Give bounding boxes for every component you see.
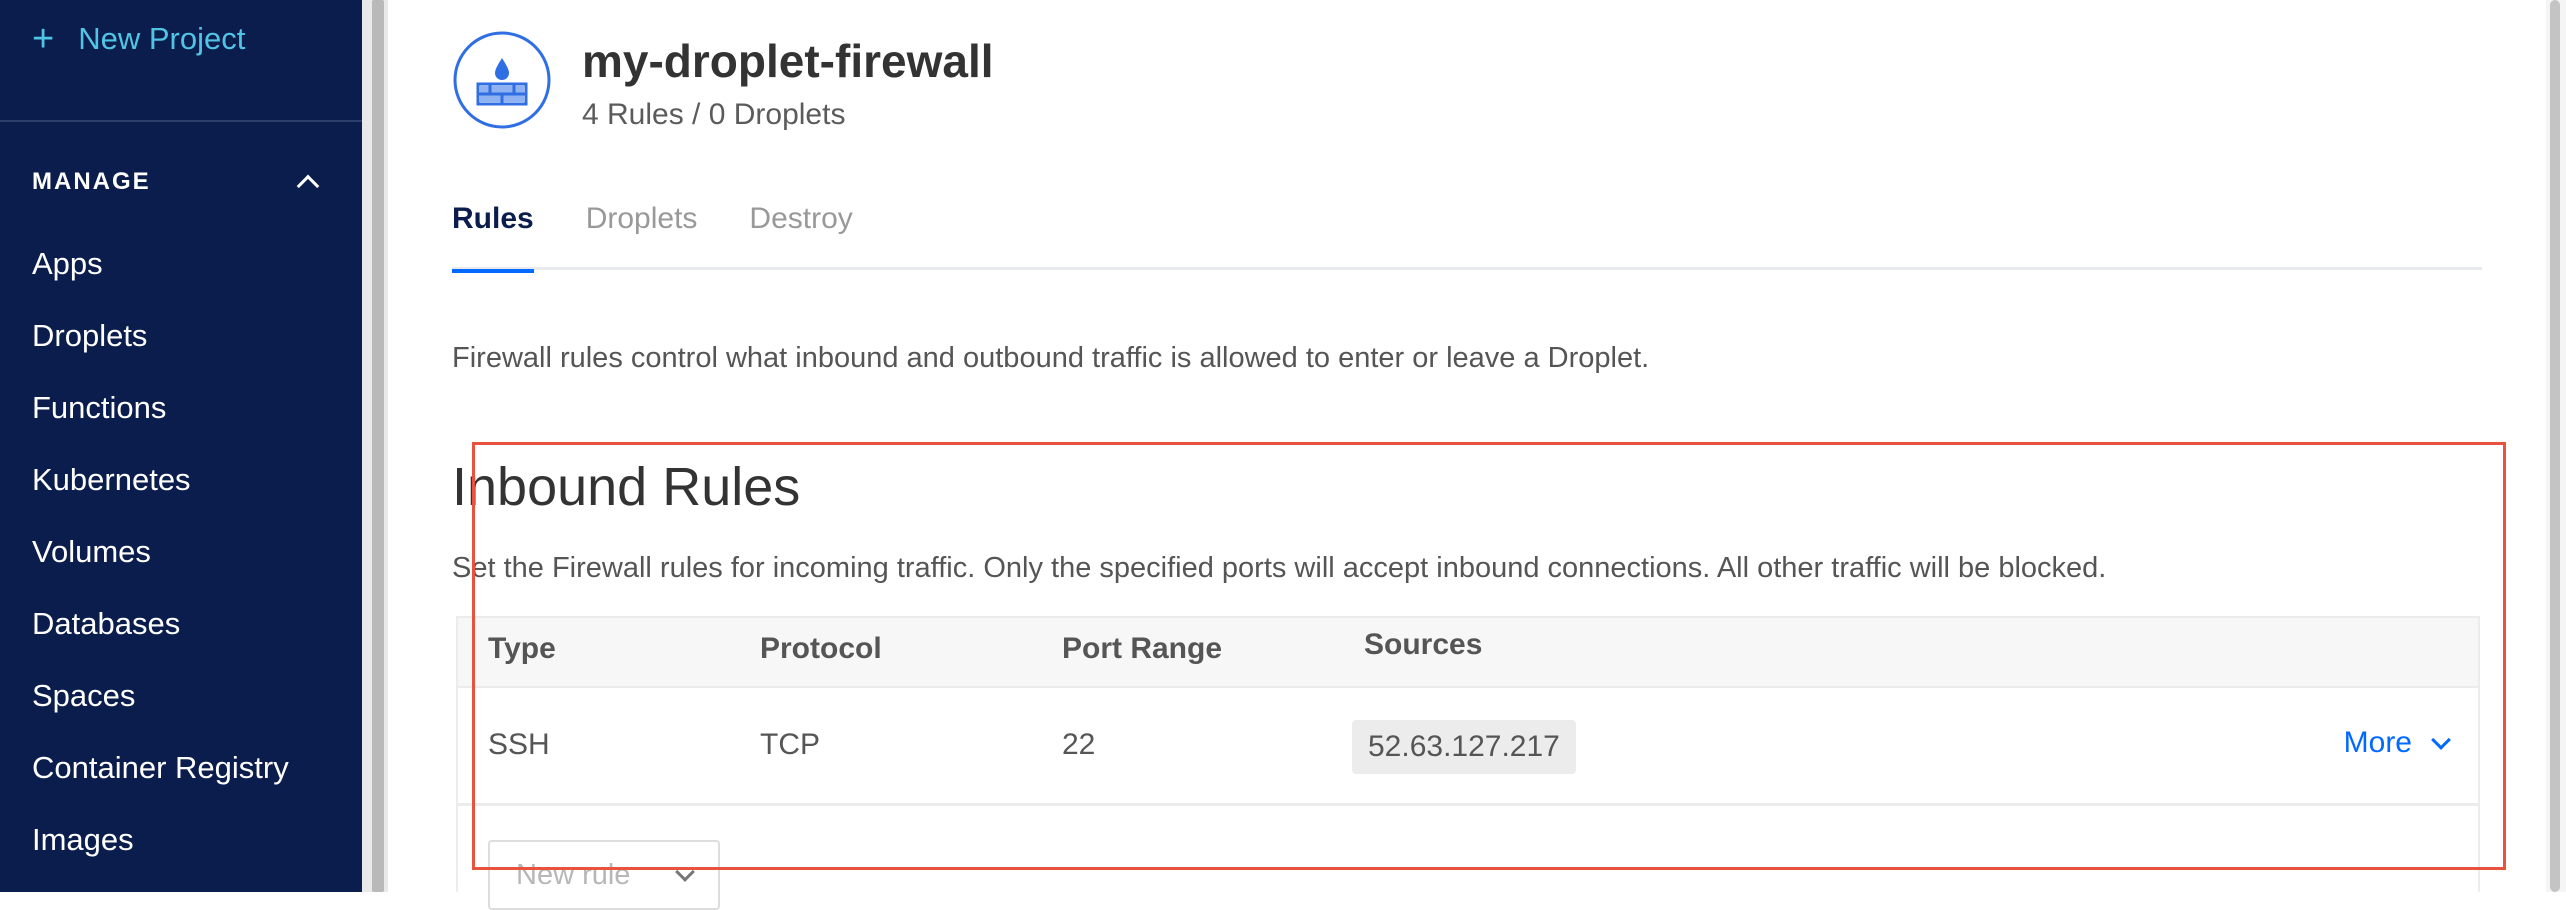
- sidebar-divider: [0, 120, 362, 122]
- sidebar: + New Project MANAGE Apps Droplets Funct…: [0, 0, 362, 892]
- tab-destroy[interactable]: Destroy: [749, 198, 852, 270]
- firewall-icon: [453, 31, 551, 129]
- sidebar-item-kubernetes[interactable]: Kubernetes: [32, 454, 289, 526]
- table-header: Type Protocol Port Range Sources: [458, 618, 2478, 688]
- sidebar-item-functions[interactable]: Functions: [32, 382, 289, 454]
- manage-section-toggle[interactable]: MANAGE: [32, 168, 322, 198]
- inbound-rules-title: Inbound Rules: [452, 457, 801, 517]
- table-row: SSH TCP 22 52.63.127.217 More: [458, 688, 2478, 806]
- rule-port-range: 22: [1062, 728, 1096, 761]
- chevron-down-icon: [2431, 730, 2451, 750]
- manage-label: MANAGE: [32, 168, 151, 195]
- sidebar-item-spaces[interactable]: Spaces: [32, 670, 289, 742]
- sidebar-item-droplets[interactable]: Droplets: [32, 310, 289, 382]
- rule-source-chip: 52.63.127.217: [1352, 720, 1576, 774]
- rule-more-button[interactable]: More: [2343, 726, 2451, 760]
- new-rule-dropdown[interactable]: New rule: [488, 840, 720, 910]
- chevron-up-icon: [296, 174, 320, 198]
- sidebar-item-container-registry[interactable]: Container Registry: [32, 742, 289, 814]
- inbound-rules-table: Type Protocol Port Range Sources SSH TCP…: [456, 616, 2480, 910]
- sidebar-item-images[interactable]: Images: [32, 814, 289, 886]
- main-content: my-droplet-firewall 4 Rules / 0 Droplets…: [388, 0, 2538, 910]
- page-scrollbar[interactable]: [2546, 0, 2566, 892]
- page-scrollbar-thumb[interactable]: [2550, 0, 2560, 892]
- new-rule-placeholder: New rule: [516, 858, 631, 891]
- column-header-port-range: Port Range: [1062, 632, 1223, 665]
- rule-protocol: TCP: [760, 728, 820, 761]
- column-header-sources: Sources: [1364, 628, 1483, 661]
- rule-type: SSH: [488, 728, 550, 761]
- column-header-protocol: Protocol: [760, 632, 882, 665]
- new-project-button[interactable]: + New Project: [32, 20, 245, 58]
- sidebar-item-volumes[interactable]: Volumes: [32, 526, 289, 598]
- inbound-rules-description: Set the Firewall rules for incoming traf…: [452, 552, 2107, 584]
- sidebar-scrollbar[interactable]: [362, 0, 388, 892]
- page-subtitle: 4 Rules / 0 Droplets: [582, 98, 846, 131]
- sidebar-scrollbar-thumb[interactable]: [372, 0, 384, 892]
- tab-droplets[interactable]: Droplets: [586, 198, 698, 270]
- page-title: my-droplet-firewall: [582, 35, 994, 87]
- tab-rules[interactable]: Rules: [452, 198, 534, 273]
- firewall-description: Firewall rules control what inbound and …: [452, 342, 1650, 374]
- chevron-down-icon: [675, 862, 695, 882]
- sidebar-item-apps[interactable]: Apps: [32, 238, 289, 310]
- tab-bar: Rules Droplets Destroy: [452, 198, 2482, 273]
- plus-icon: +: [32, 18, 55, 60]
- column-header-type: Type: [488, 632, 556, 665]
- sidebar-nav: Apps Droplets Functions Kubernetes Volum…: [32, 238, 289, 886]
- new-project-label: New Project: [78, 21, 246, 56]
- sidebar-item-databases[interactable]: Databases: [32, 598, 289, 670]
- more-label: More: [2343, 726, 2412, 759]
